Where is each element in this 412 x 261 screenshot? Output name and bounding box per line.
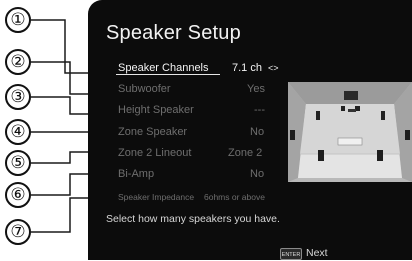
callout-3: ③ <box>5 84 31 110</box>
callout-1: ① <box>5 7 31 33</box>
callout-5: ⑤ <box>5 150 31 176</box>
height-speaker-label: Height Speaker <box>118 104 194 116</box>
subwoofer-value: Yes <box>247 83 265 95</box>
setting-row-zone-speaker[interactable]: Zone Speaker No <box>118 126 264 140</box>
callout-2: ② <box>5 49 31 75</box>
zone2-lineout-value: Zone 2 <box>228 147 263 159</box>
selection-underline <box>116 74 220 75</box>
setting-row-height-speaker[interactable]: Height Speaker --- <box>118 104 265 118</box>
speaker-channels-label: Speaker Channels <box>118 62 209 74</box>
zone-speaker-value: No <box>250 126 265 138</box>
setting-row-bi-amp[interactable]: Bi-Amp No <box>118 168 264 182</box>
zone-speaker-label: Zone Speaker <box>118 126 188 138</box>
subwoofer-label: Subwoofer <box>118 83 171 95</box>
speaker-setup-screen: Speaker Setup Speaker Channels 7.1 ch <>… <box>88 0 412 260</box>
setting-row-speaker-impedance[interactable]: Speaker Impedance 6ohms or above <box>118 192 265 206</box>
enter-key-icon[interactable]: ENTER <box>280 248 302 260</box>
callout-6: ⑥ <box>5 182 31 208</box>
left-right-arrows-icon[interactable]: <> <box>268 63 279 73</box>
help-text: Select how many speakers you have. <box>106 213 280 225</box>
bi-amp-value: No <box>250 168 265 180</box>
speaker-impedance-value: 6ohms or above <box>204 192 265 202</box>
height-speaker-value: --- <box>254 104 265 116</box>
callout-7: ⑦ <box>5 219 31 245</box>
bi-amp-label: Bi-Amp <box>118 168 155 180</box>
zone2-lineout-label: Zone 2 Lineout <box>118 147 192 159</box>
setting-row-subwoofer[interactable]: Subwoofer Yes <box>118 83 265 97</box>
speaker-room-diagram <box>288 82 412 182</box>
setting-row-zone2-lineout[interactable]: Zone 2 Lineout Zone 2 <box>118 147 262 161</box>
callout-4: ④ <box>5 119 31 145</box>
speaker-impedance-label: Speaker Impedance <box>118 192 195 202</box>
page-title: Speaker Setup <box>106 22 241 44</box>
next-button-label[interactable]: Next <box>306 247 328 259</box>
speaker-channels-value: 7.1 ch <box>232 62 262 74</box>
